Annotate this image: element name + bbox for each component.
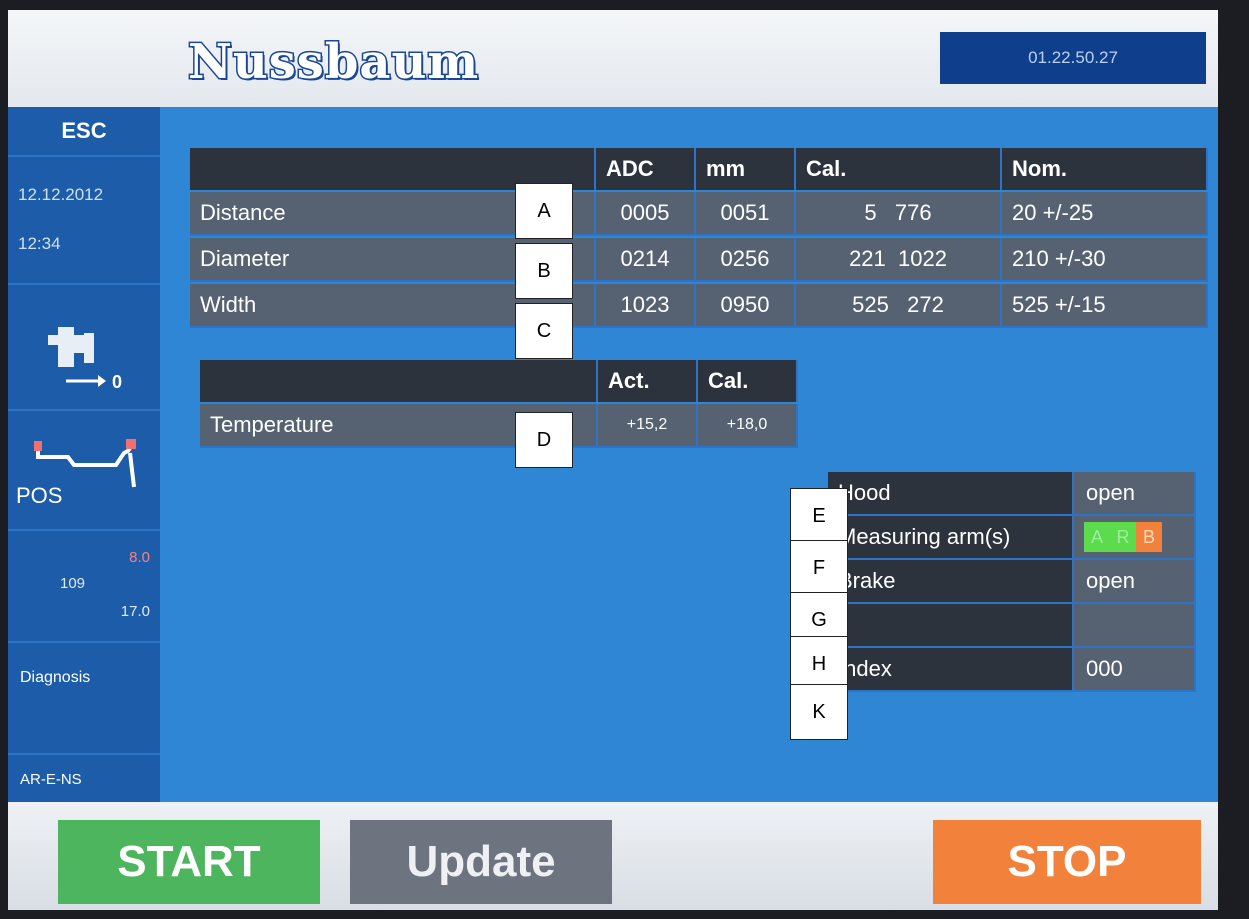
callout-label: D	[515, 412, 573, 468]
arm-indicators: A R B	[1074, 516, 1196, 558]
table-row: Distance 0005 0051 5 776 20 +/-25	[190, 192, 1208, 236]
time-label: 12:34	[18, 234, 61, 253]
esc-button[interactable]: ESC	[8, 107, 160, 157]
cal-value: 525 272	[796, 284, 1002, 328]
nom-value: 525 +/-15	[1002, 284, 1208, 328]
temperature-header-row: Act. Cal.	[200, 360, 798, 402]
status-label	[828, 604, 1074, 646]
rim-profile-icon	[34, 439, 136, 488]
status-label: Hood	[828, 472, 1074, 514]
header-blank	[200, 360, 598, 402]
rim-dim-c: 17.0	[120, 603, 150, 620]
pos-label: POS	[16, 483, 63, 508]
status-row-index: Index 000	[828, 648, 1196, 692]
bottom-bar: START Update STOP	[8, 802, 1218, 910]
header-cal: Cal.	[698, 360, 798, 402]
callout-label: A	[515, 183, 573, 239]
measurement-header-row: ADC mm Cal. Nom.	[190, 148, 1208, 190]
header-adc: ADC	[596, 148, 696, 190]
table-row: Width 1023 0950 525 272 525 +/-15	[190, 284, 1208, 328]
diagnosis-label: Diagnosis	[20, 669, 91, 686]
status-label: Brake	[828, 560, 1074, 602]
act-value: +15,2	[598, 404, 698, 448]
mm-value: 0256	[696, 238, 796, 282]
zero-calibration-button[interactable]: 0	[8, 285, 160, 411]
version-display: 01.22.50.27	[940, 32, 1206, 84]
sidebar: ESC 12.12.2012 12:34 0 POS 8.0 109 17.0 …	[8, 107, 160, 802]
start-button[interactable]: START	[58, 820, 320, 904]
status-row-brake: Brake open	[828, 560, 1196, 604]
rim-dim-b: 109	[60, 575, 86, 592]
callout-label: F	[790, 540, 848, 596]
arm-a-indicator: A	[1084, 522, 1110, 552]
callout-label: K	[790, 684, 848, 740]
status-row-arms: Measuring arm(s) A R B	[828, 516, 1196, 560]
adc-value: 0005	[596, 192, 696, 236]
mm-value: 0950	[696, 284, 796, 328]
date-label: 12.12.2012	[18, 185, 104, 204]
model-label: AR-E-NS	[20, 771, 82, 788]
table-row: Temperature +15,2 +18,0	[200, 404, 798, 448]
status-row-hood: Hood open	[828, 472, 1196, 516]
nom-value: 20 +/-25	[1002, 192, 1208, 236]
header-nom: Nom.	[1002, 148, 1208, 190]
callout-label: C	[515, 303, 573, 359]
status-value: open	[1074, 472, 1196, 514]
status-value: 000	[1074, 648, 1196, 690]
header-cal: Cal.	[796, 148, 1002, 190]
callout-label: B	[515, 243, 573, 299]
status-value	[1074, 604, 1196, 646]
rim-dim-a: 8.0	[129, 549, 150, 566]
table-row: Diameter 0214 0256 221 1022 210 +/-30	[190, 238, 1208, 282]
cal-value: 5 776	[796, 192, 1002, 236]
status-row-empty	[828, 604, 1196, 648]
update-button[interactable]: Update	[350, 820, 612, 904]
stop-button[interactable]: STOP	[933, 820, 1201, 904]
cal-value: 221 1022	[796, 238, 1002, 282]
zero-calibration-icon: 0	[48, 327, 122, 392]
machine-screen: Nussbaum 01.22.50.27 ESC 12.12.2012 12:3…	[8, 10, 1218, 910]
arm-b-indicator: B	[1136, 522, 1162, 552]
header-mm: mm	[696, 148, 796, 190]
mm-value: 0051	[696, 192, 796, 236]
model-panel: AR-E-NS	[8, 755, 160, 800]
header-act: Act.	[598, 360, 698, 402]
nom-value: 210 +/-30	[1002, 238, 1208, 282]
rim-dimensions-panel[interactable]: 8.0 109 17.0	[8, 531, 160, 643]
cal-value: +18,0	[698, 404, 798, 448]
header: Nussbaum 01.22.50.27	[8, 10, 1218, 107]
status-label: Index	[828, 648, 1074, 690]
status-value: open	[1074, 560, 1196, 602]
pos-button[interactable]: POS	[8, 411, 160, 531]
adc-value: 0214	[596, 238, 696, 282]
svg-text:0: 0	[112, 372, 122, 392]
callout-label: E	[790, 488, 848, 544]
status-label: Measuring arm(s)	[828, 516, 1074, 558]
brand-logo: Nussbaum	[186, 33, 480, 92]
datetime-panel: 12.12.2012 12:34	[8, 157, 160, 285]
diagnosis-button[interactable]: Diagnosis	[8, 643, 160, 755]
arm-r-indicator: R	[1110, 522, 1136, 552]
adc-value: 1023	[596, 284, 696, 328]
